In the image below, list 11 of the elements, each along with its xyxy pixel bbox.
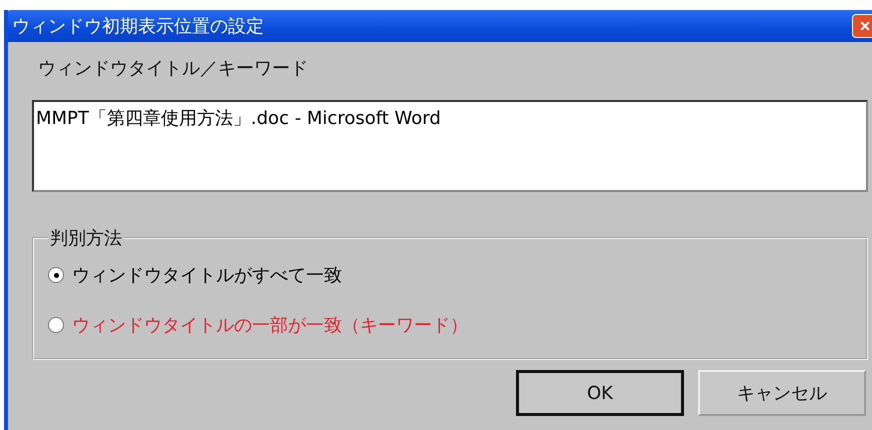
option-label: ウィンドウタイトルの一部が一致（キーワード） <box>72 314 468 337</box>
option-label: ウィンドウタイトルがすべて一致 <box>72 264 342 287</box>
field-label: ウィンドウタイトル／キーワード <box>38 57 309 80</box>
group-title: 判別方法 <box>49 227 123 250</box>
close-button[interactable]: × <box>852 14 872 38</box>
radio-button[interactable] <box>48 317 64 333</box>
radio-button[interactable] <box>48 267 64 283</box>
dialog-button[interactable]: キャンセル <box>698 370 866 416</box>
window-title: ウィンドウ初期表示位置の設定 <box>12 15 264 38</box>
input-field[interactable]: MMPT「第四章使用方法」.doc - Microsoft Word <box>32 100 868 192</box>
dialog-button[interactable]: OK <box>516 370 684 416</box>
